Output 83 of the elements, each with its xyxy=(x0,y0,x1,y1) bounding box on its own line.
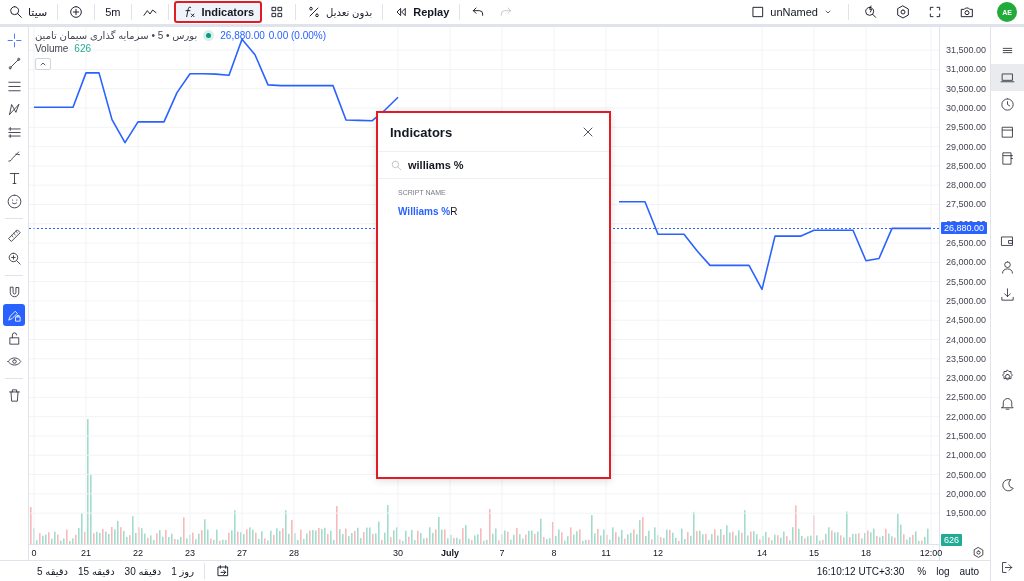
price-axis-label: 24,000.00 xyxy=(945,334,986,345)
volume-value: 626 xyxy=(74,43,92,54)
interval-option[interactable]: 15 دقیقه xyxy=(75,562,118,580)
replay-button[interactable]: Replay xyxy=(388,1,455,23)
search-field[interactable]: williams % xyxy=(408,159,597,171)
magnifier-icon xyxy=(863,4,879,20)
indicator-result[interactable]: Williams %R xyxy=(378,202,609,221)
price-axis-label: 20,500.00 xyxy=(945,469,986,480)
price-axis-label: 29,500.00 xyxy=(945,122,986,133)
percent-toggle[interactable]: % xyxy=(914,562,930,580)
price-axis-label: 30,000.00 xyxy=(945,103,986,113)
last-price-badge: 26,880.00 xyxy=(941,222,988,235)
time-axis-label: 7 xyxy=(499,548,505,558)
symbol-search-button[interactable]: سیتا xyxy=(3,1,53,23)
price-axis-label: 20,000.00 xyxy=(945,488,986,499)
interval-button[interactable]: 5m xyxy=(100,1,126,23)
price-axis-label: 26,000.00 xyxy=(945,257,986,268)
time-axis-label: 28 xyxy=(289,548,299,558)
time-axis-label: 22 xyxy=(133,548,143,558)
time-axis-label: 14 xyxy=(757,548,767,558)
time-axis-label: 11 xyxy=(601,548,611,558)
search-icon xyxy=(8,4,24,20)
time-axis-label: 21 xyxy=(81,548,91,558)
time-axis-label: 12 xyxy=(653,548,663,558)
time-axis-label: 18 xyxy=(861,548,871,558)
clock-icon xyxy=(999,96,1016,113)
interval-option[interactable]: 1 روز xyxy=(168,562,197,580)
price-axis-label: 27,500.00 xyxy=(945,199,986,210)
price-change: 0.00 (0.00%) xyxy=(268,30,327,41)
indicators-button[interactable]: Indicators xyxy=(173,1,263,23)
dialog-title: Indicators xyxy=(390,124,453,140)
price-axis-label: 30,500.00 xyxy=(945,83,986,94)
price-axis-label: 21,000.00 xyxy=(945,450,986,461)
price-axis-label: 23,500.00 xyxy=(945,353,986,364)
symbol-title: بورس • 5 • سرمایه گذاری سیمان تامین xyxy=(35,30,198,41)
time-axis-label: 23 xyxy=(185,548,195,558)
layout-button[interactable]: unNamed xyxy=(745,1,839,23)
adjustment-button[interactable]: بدون تعدیل xyxy=(301,1,378,23)
interval-option[interactable]: 5 دقیقه xyxy=(34,562,71,580)
price-axis-label: 22,500.00 xyxy=(945,392,986,403)
price-axis-label: 31,000.00 xyxy=(945,64,986,75)
time-axis-label: 15 xyxy=(809,548,819,558)
user-icon xyxy=(999,259,1016,276)
price-axis-label: 22,000.00 xyxy=(945,411,986,422)
time-axis-label: 0 xyxy=(31,548,37,558)
bell-icon xyxy=(999,395,1016,412)
camera-icon xyxy=(959,4,975,20)
calendar-arrow-icon xyxy=(215,563,231,579)
price-axis-label: 28,500.00 xyxy=(945,160,986,171)
price-axis-label: 26,500.00 xyxy=(945,238,986,249)
volume-label: Volume xyxy=(35,43,69,54)
price-axis-label: 24,500.00 xyxy=(945,315,986,326)
moon-icon xyxy=(999,477,1016,494)
price-axis-label: 31,500.00 xyxy=(945,45,986,56)
price-axis-label: 25,000.00 xyxy=(945,295,986,306)
download-icon xyxy=(999,286,1016,303)
status-dot xyxy=(203,30,215,41)
settings-icon xyxy=(895,4,911,20)
price-axis-label: 29,000.00 xyxy=(945,141,986,152)
price-axis-label: 23,000.00 xyxy=(945,373,986,384)
fullscreen-icon xyxy=(927,4,943,20)
time-axis-label: 12:00 xyxy=(919,548,943,558)
auto-toggle[interactable]: auto xyxy=(956,562,982,580)
crosshair-icon xyxy=(5,31,23,49)
time-axis-label: July xyxy=(441,548,459,558)
price-axis-label: 19,500.00 xyxy=(945,508,986,519)
time-axis-label: 30 xyxy=(393,548,403,558)
time-axis-label: 27 xyxy=(237,548,247,558)
interval-option[interactable]: 30 دقیقه xyxy=(121,562,165,580)
monitor-button[interactable] xyxy=(991,64,1024,91)
clock-time: 16:10:12 UTC+3:30 xyxy=(816,565,905,577)
ruler-icon xyxy=(5,226,23,244)
last-price: 26,880.00 xyxy=(220,30,265,41)
price-axis-label: 25,500.00 xyxy=(945,276,986,287)
log-toggle[interactable]: log xyxy=(933,562,953,580)
time-axis-label: 8 xyxy=(551,548,557,558)
price-axis-label: 28,000.00 xyxy=(945,180,986,191)
volume-badge: 626 xyxy=(941,534,963,546)
price-axis-label: 21,500.00 xyxy=(945,430,986,441)
gear-icon xyxy=(972,545,985,559)
pencil-lock-tool[interactable] xyxy=(3,304,25,326)
search-icon xyxy=(390,158,403,172)
smiley-icon xyxy=(5,192,23,210)
